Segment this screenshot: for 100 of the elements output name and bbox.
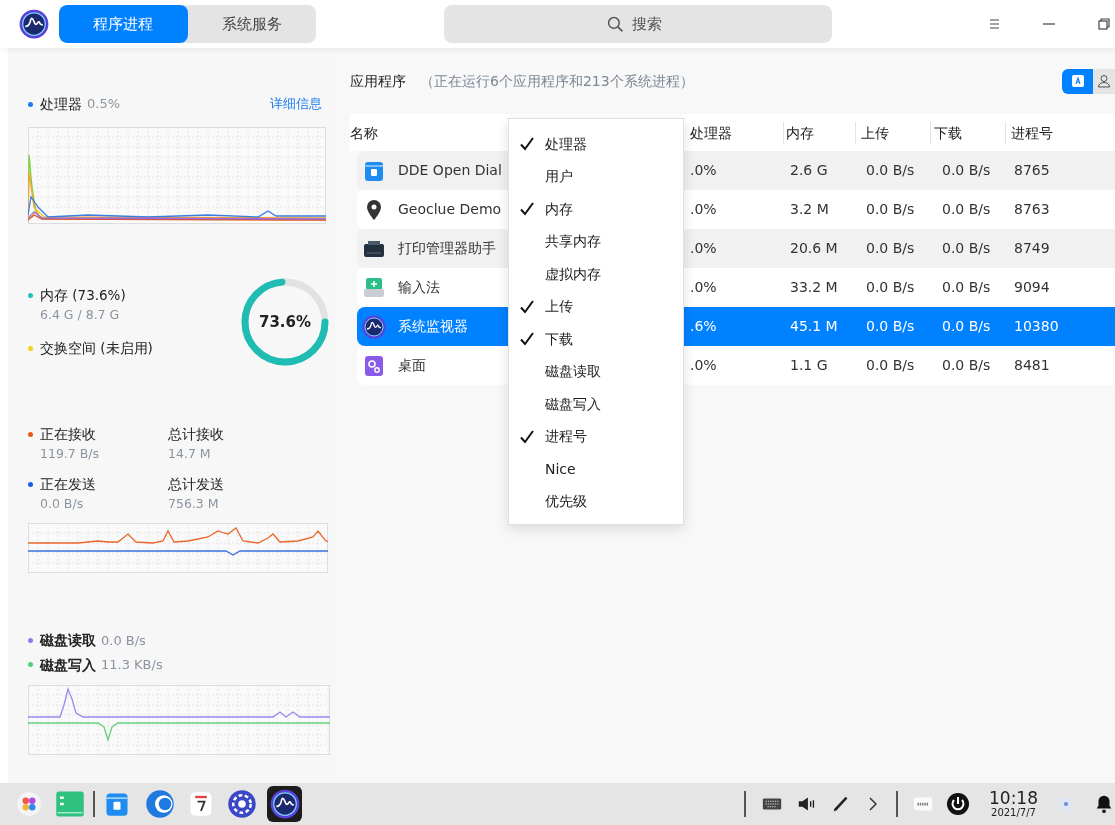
table-cell-text: 33.2 M xyxy=(789,278,839,297)
details-link[interactable]: 详细信息 xyxy=(270,94,322,114)
total-label: 总计发送 xyxy=(168,475,224,495)
wave-logo-icon xyxy=(19,9,49,39)
table-cell-text: 3.2 M xyxy=(789,200,830,219)
column-header[interactable]: 下载 xyxy=(930,121,1005,144)
clock-date: 2021/7/7 xyxy=(991,808,1036,818)
gear-icon xyxy=(362,353,386,378)
network-rate: 0.0 B/s xyxy=(40,494,85,513)
table-cell-text: 45.1 M xyxy=(789,317,839,336)
menu-item[interactable]: 磁盘读取 xyxy=(509,355,683,388)
total-value: 756.3 M xyxy=(168,494,220,513)
process-name: 输入法 xyxy=(398,278,440,297)
power-icon xyxy=(946,792,970,816)
minimize-icon xyxy=(1043,23,1055,25)
cpu-label: 处理器 xyxy=(40,95,82,114)
menu-item[interactable]: 内存 xyxy=(509,193,683,226)
process-name: DDE Open Dial xyxy=(398,161,502,180)
check-icon xyxy=(519,136,535,153)
table-cell-text: 0.0 B/s xyxy=(941,161,992,180)
table-cell-text: .0% xyxy=(689,278,718,297)
network-rate: 119.7 B/s xyxy=(40,444,101,463)
column-header[interactable]: 内存 xyxy=(783,121,855,144)
disk-label: 磁盘写入 xyxy=(40,655,96,675)
table-cell-text: 8765 xyxy=(1013,161,1051,180)
check-icon xyxy=(519,428,535,445)
chevron-right-button[interactable] xyxy=(869,797,878,811)
browser-button[interactable] xyxy=(144,789,175,819)
memory-label: 内存 (73.6%) xyxy=(40,286,126,306)
table-cell-text: 10380 xyxy=(1013,317,1060,336)
table-cell-text: 0.0 B/s xyxy=(941,200,992,219)
search-bar[interactable]: 搜索 xyxy=(444,5,832,43)
process-name: Geoclue Demo xyxy=(398,200,502,219)
table-cell-text: 8763 xyxy=(1013,200,1051,219)
wave-logo-button[interactable] xyxy=(266,786,303,822)
terminal-icon xyxy=(55,789,85,819)
table-cell-text: 2.6 G xyxy=(789,161,829,180)
process-summary: （正在运行6个应用程序和213个系统进程） xyxy=(420,71,694,91)
disk-value: 11.3 KB/s xyxy=(101,655,163,674)
section-title: 应用程序 xyxy=(350,71,406,91)
table-cell-text: 1.1 G xyxy=(789,356,829,375)
check-icon xyxy=(519,331,535,348)
wave-logo-icon xyxy=(269,789,300,819)
table-cell-text: 0.0 B/s xyxy=(865,239,916,258)
menu-item[interactable]: 用户 xyxy=(509,160,683,193)
menu-item[interactable]: 磁盘写入 xyxy=(509,388,683,421)
settings-icon xyxy=(226,789,257,819)
menu-item[interactable]: Nice xyxy=(509,453,683,486)
process-name: 系统监视器 xyxy=(398,317,468,336)
tab[interactable]: 程序进程 xyxy=(59,5,188,43)
disk-value: 0.0 B/s xyxy=(101,631,146,650)
table-cell-text: 0.0 B/s xyxy=(865,317,916,336)
total-value: 14.7 M xyxy=(168,444,212,463)
table-cell-text: 0.0 B/s xyxy=(941,278,992,297)
table-cell-text: .6% xyxy=(689,317,718,336)
browser-icon xyxy=(144,789,175,819)
restore-icon xyxy=(1098,18,1110,30)
process-name: 桌面 xyxy=(398,356,426,375)
network-label: 正在接收 xyxy=(40,425,96,445)
clock-time: 10:18 xyxy=(989,790,1038,807)
table-cell-text: 0.0 B/s xyxy=(865,200,916,219)
launcher-button[interactable] xyxy=(16,791,42,817)
column-header[interactable]: 上传 xyxy=(855,121,930,144)
launcher-icon xyxy=(16,791,42,817)
menu-item[interactable]: 进程号 xyxy=(509,420,683,453)
search-field[interactable]: 搜索 xyxy=(629,11,670,37)
app-view-icon xyxy=(1069,73,1086,89)
table-cell-text: 20.6 M xyxy=(789,239,839,258)
table-cell-text: .0% xyxy=(689,200,718,219)
cpu-value: 0.5% xyxy=(87,95,121,114)
view-toggle[interactable] xyxy=(1093,68,1115,94)
process-name: 打印管理器助手 xyxy=(398,239,496,258)
clock[interactable]: 10:18 2021/7/7 xyxy=(989,790,1038,818)
keyboard-icon xyxy=(362,275,386,300)
menu-icon xyxy=(988,19,1000,29)
memory-label: 交换空间 (未启用) xyxy=(40,339,153,359)
wave-logo-icon xyxy=(362,314,386,339)
column-header[interactable]: 进程号 xyxy=(1005,121,1115,144)
memory-detail: 6.4 G / 8.7 G xyxy=(40,305,121,324)
tab[interactable]: 系统服务 xyxy=(187,5,316,43)
settings-button[interactable] xyxy=(226,789,257,819)
table-cell-text: 0.0 B/s xyxy=(865,356,916,375)
chevron-right-icon xyxy=(869,797,878,811)
table-cell-text: 8481 xyxy=(1013,356,1051,375)
table-cell-text: 0.0 B/s xyxy=(865,161,916,180)
table-cell-text: 9094 xyxy=(1013,278,1051,297)
check-icon xyxy=(519,201,535,218)
table-cell-text: 0.0 B/s xyxy=(941,239,992,258)
table-cell-text: 0.0 B/s xyxy=(941,317,992,336)
disk-label: 磁盘读取 xyxy=(40,631,96,651)
search-icon xyxy=(606,15,624,33)
power-button[interactable] xyxy=(946,792,970,816)
check-icon xyxy=(519,298,535,315)
table-cell-text: .0% xyxy=(689,356,718,375)
user-icon xyxy=(1096,73,1112,89)
table-cell-text: 0.0 B/s xyxy=(865,278,916,297)
network-label: 正在发送 xyxy=(40,475,96,495)
view-toggle[interactable] xyxy=(1062,68,1093,94)
menu-item[interactable]: 优先级 xyxy=(509,485,683,518)
gauge-reading: 73.6% xyxy=(257,312,312,334)
